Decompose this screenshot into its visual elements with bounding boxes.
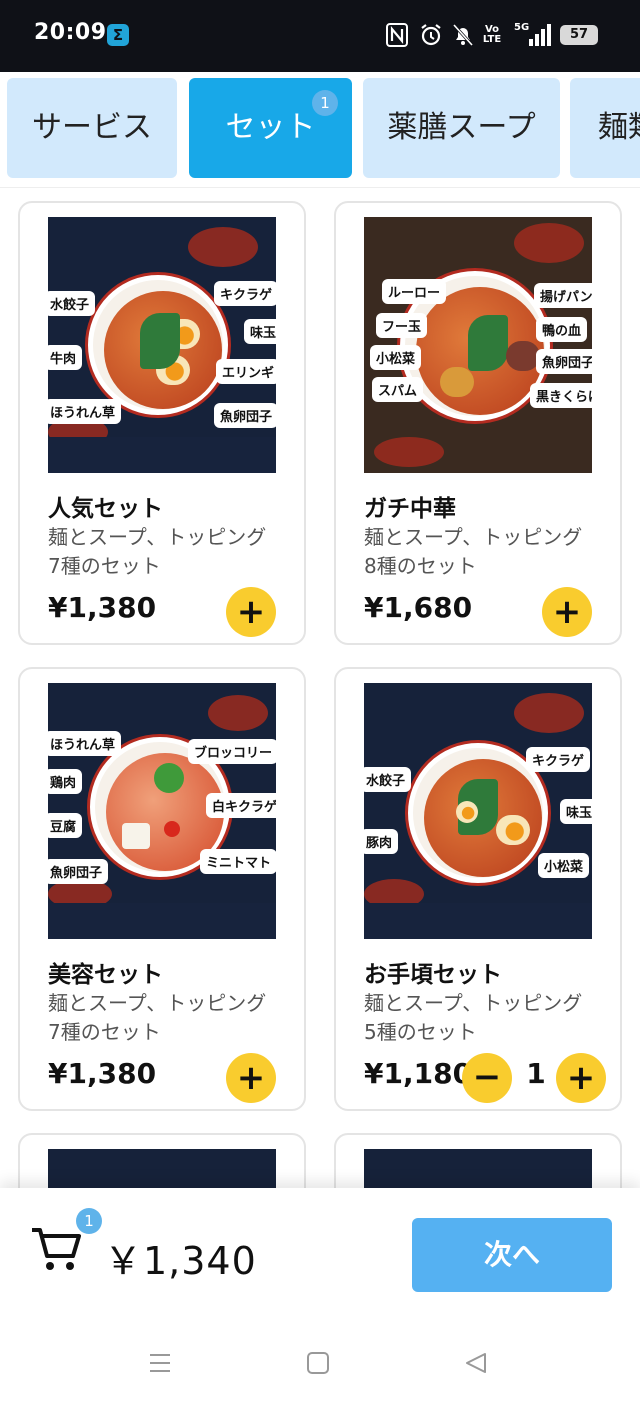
status-bar: 20:09 Σ Vo LTE 5G 57 bbox=[0, 0, 640, 72]
status-time: 20:09 bbox=[34, 20, 107, 45]
product-name: 人気セット bbox=[48, 496, 163, 522]
decrease-quantity-button[interactable]: − bbox=[462, 1053, 512, 1103]
battery-indicator: 57 bbox=[560, 25, 598, 45]
product-price: ¥1,380 bbox=[48, 1057, 157, 1090]
cart-icon[interactable] bbox=[30, 1222, 84, 1276]
volte-icon: Vo LTE bbox=[482, 24, 502, 45]
tab-herbal-soup[interactable]: 薬膳スープ bbox=[363, 78, 560, 178]
topping-tag: 豚肉 bbox=[364, 829, 399, 854]
topping-tag: 豆腐 bbox=[48, 813, 83, 838]
product-card[interactable]: 水餃子 牛肉 ほうれん草 キクラゲ 味玉 エリンギ 魚卵団子 人気セット 麺とス… bbox=[18, 201, 306, 645]
product-card[interactable]: ほうれん草 鶏肉 豆腐 魚卵団子 ブロッコリー 白キクラゲ ミニトマト 美容セッ… bbox=[18, 667, 306, 1111]
cart-bar: 1 ￥1,340 次へ bbox=[0, 1188, 640, 1316]
topping-tag: キクラゲ bbox=[214, 281, 276, 306]
tab-label: 麺類 bbox=[598, 110, 640, 145]
topping-tag: 味玉 bbox=[560, 799, 592, 824]
tab-label: サービス bbox=[32, 110, 152, 145]
app-notification-icon: Σ bbox=[107, 24, 129, 46]
topping-tag: フー玉 bbox=[376, 313, 428, 338]
tab-count-badge: 1 bbox=[312, 90, 338, 116]
category-tabs: サービス セット 1 薬膳スープ 麺類 bbox=[0, 72, 640, 188]
product-image: 水餃子 牛肉 ほうれん草 キクラゲ 味玉 エリンギ 魚卵団子 bbox=[48, 217, 276, 473]
topping-tag: 小松菜 bbox=[538, 853, 590, 878]
cart-total: ￥1,340 bbox=[104, 1239, 257, 1283]
product-description: 麺とスープ、トッピング8種のセット bbox=[364, 525, 583, 578]
back-icon[interactable] bbox=[464, 1352, 488, 1374]
product-image: ルーロー フー玉 小松菜 スパム 揚げパン 鴨の血 魚卵団子 黒きくらげ bbox=[364, 217, 592, 473]
topping-tag: 黒きくらげ bbox=[530, 383, 592, 408]
topping-tag: キクラゲ bbox=[526, 747, 591, 772]
add-to-cart-button[interactable]: + bbox=[226, 587, 276, 637]
tab-label: 薬膳スープ bbox=[387, 110, 536, 145]
topping-tag: ミニトマト bbox=[200, 849, 276, 874]
cart-count-badge: 1 bbox=[76, 1208, 102, 1234]
topping-tag: 味玉 bbox=[244, 319, 276, 344]
topping-tag: ほうれん草 bbox=[48, 731, 122, 756]
product-image: 水餃子 豚肉 キクラゲ 味玉 小松菜 bbox=[364, 683, 592, 939]
product-price: ¥1,680 bbox=[364, 591, 473, 624]
system-nav-bar bbox=[0, 1316, 640, 1408]
product-card[interactable]: ルーロー フー玉 小松菜 スパム 揚げパン 鴨の血 魚卵団子 黒きくらげ ガチ中… bbox=[334, 201, 622, 645]
home-icon[interactable] bbox=[306, 1352, 330, 1374]
nfc-icon bbox=[384, 22, 410, 48]
product-price: ¥1,380 bbox=[48, 591, 157, 624]
topping-tag: エリンギ bbox=[216, 359, 276, 384]
recent-apps-icon[interactable] bbox=[148, 1352, 172, 1374]
topping-tag: ルーロー bbox=[382, 279, 447, 304]
alarm-icon bbox=[418, 22, 444, 48]
topping-tag: 魚卵団子 bbox=[48, 859, 109, 884]
topping-tag: 魚卵団子 bbox=[536, 349, 592, 374]
increase-quantity-button[interactable]: + bbox=[556, 1053, 606, 1103]
topping-tag: ブロッコリー bbox=[188, 739, 276, 764]
product-name: ガチ中華 bbox=[364, 496, 456, 522]
topping-tag: 白キクラゲ bbox=[206, 793, 276, 818]
next-button[interactable]: 次へ bbox=[412, 1218, 612, 1292]
product-description: 麺とスープ、トッピング7種のセット bbox=[48, 991, 267, 1044]
product-name: 美容セット bbox=[48, 962, 163, 988]
product-image: ほうれん草 鶏肉 豆腐 魚卵団子 ブロッコリー 白キクラゲ ミニトマト bbox=[48, 683, 276, 939]
topping-tag: 鴨の血 bbox=[536, 317, 588, 342]
topping-tag: 魚卵団子 bbox=[214, 403, 276, 428]
product-description: 麺とスープ、トッピング5種のセット bbox=[364, 991, 583, 1044]
mute-icon bbox=[450, 22, 476, 48]
topping-tag: 揚げパン bbox=[534, 283, 592, 308]
quantity-value: 1 bbox=[526, 1057, 546, 1090]
topping-tag: 水餃子 bbox=[48, 291, 96, 316]
topping-tag: 小松菜 bbox=[370, 345, 422, 370]
topping-tag: スパム bbox=[372, 377, 424, 402]
topping-tag: 牛肉 bbox=[48, 345, 83, 370]
topping-tag: 鶏肉 bbox=[48, 769, 83, 794]
add-to-cart-button[interactable]: + bbox=[226, 1053, 276, 1103]
topping-tag: 水餃子 bbox=[364, 767, 412, 792]
network-type-label: 5G bbox=[514, 22, 530, 33]
tab-service[interactable]: サービス bbox=[7, 78, 177, 178]
tab-noodles[interactable]: 麺類 bbox=[570, 78, 640, 178]
tab-set[interactable]: セット 1 bbox=[189, 78, 352, 178]
product-card[interactable]: 水餃子 豚肉 キクラゲ 味玉 小松菜 お手頃セット 麺とスープ、トッピング5種の… bbox=[334, 667, 622, 1111]
add-to-cart-button[interactable]: + bbox=[542, 587, 592, 637]
product-description: 麺とスープ、トッピング7種のセット bbox=[48, 525, 267, 578]
topping-tag: ほうれん草 bbox=[48, 399, 122, 424]
5g-signal-icon: 5G bbox=[512, 22, 552, 48]
product-name: お手頃セット bbox=[364, 962, 502, 988]
tab-label: セット bbox=[225, 110, 316, 145]
product-price: ¥1,180 bbox=[364, 1057, 473, 1090]
